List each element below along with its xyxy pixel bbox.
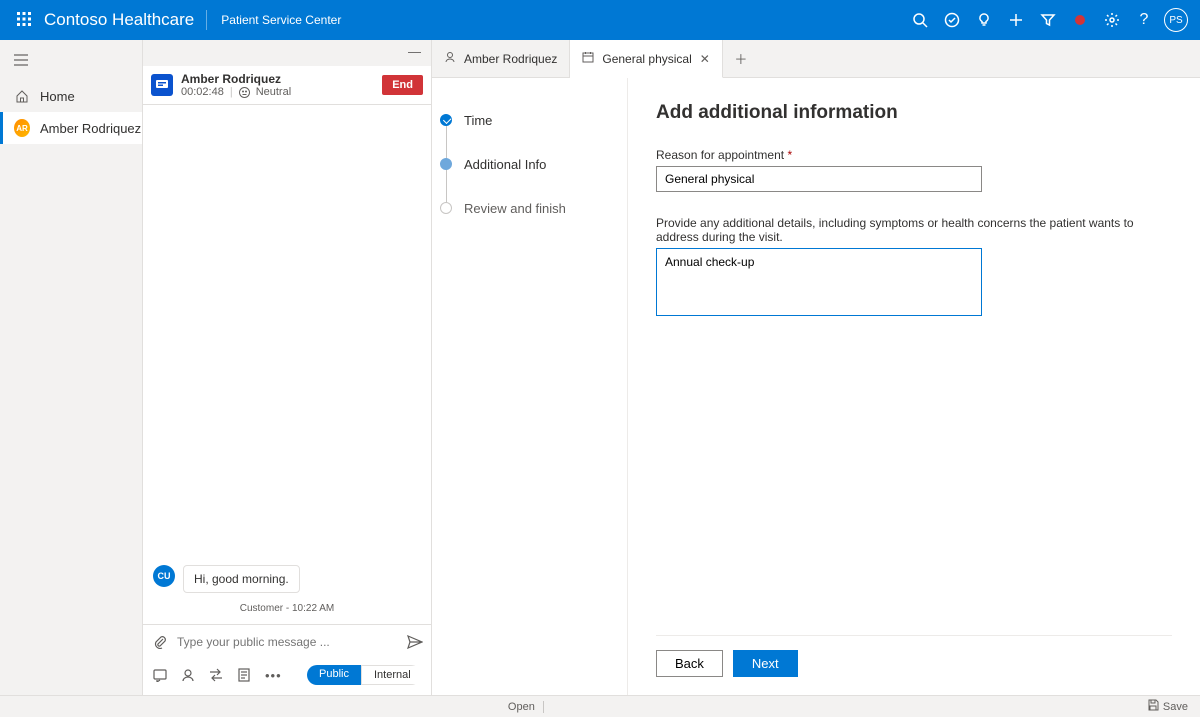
consult-icon[interactable] (181, 668, 195, 682)
app-header: Contoso Healthcare Patient Service Cente… (0, 0, 1200, 40)
left-nav: Home AR Amber Rodriquez (0, 40, 143, 695)
msg-bubble: Hi, good morning. (183, 565, 300, 593)
person-icon (444, 51, 456, 66)
back-button[interactable]: Back (656, 650, 723, 677)
tab-general-label: General physical (602, 52, 691, 66)
notes-icon[interactable] (237, 668, 251, 682)
nav-home-label: Home (40, 89, 75, 104)
step-time[interactable]: Time (440, 98, 611, 142)
add-tab-button[interactable]: ＋ (723, 40, 759, 77)
chat-channel-icon (151, 74, 173, 96)
msg-footer: Customer - 10:22 AM (153, 603, 421, 614)
footer-open[interactable]: Open (508, 701, 535, 713)
chat-message: CU Hi, good morning. (153, 565, 421, 593)
tab-bar: Amber Rodriquez General physical ✕ ＋ (432, 40, 1200, 78)
save-icon (1147, 699, 1159, 714)
details-label: Provide any additional details, includin… (656, 216, 1172, 244)
form-area: Add additional information Reason for ap… (627, 78, 1200, 695)
tab-patient[interactable]: Amber Rodriquez (432, 40, 570, 77)
step-dot-future-icon (440, 202, 452, 214)
send-icon[interactable] (407, 635, 421, 649)
chat-collapse-bar: — (143, 40, 431, 66)
step-dot-done-icon (440, 114, 452, 126)
waffle-icon[interactable] (8, 12, 40, 29)
form-buttons: Back Next (656, 635, 1172, 695)
footer-save[interactable]: Save (1147, 699, 1188, 714)
chat-meta: 00:02:48 | Neutral (181, 86, 291, 98)
chat-header: Amber Rodriquez 00:02:48 | Neutral End (143, 66, 431, 105)
chat-sentiment: Neutral (256, 86, 291, 98)
lightbulb-icon[interactable] (968, 0, 1000, 40)
main-area: Amber Rodriquez General physical ✕ ＋ Tim… (432, 40, 1200, 695)
status-bar: Open Save (0, 695, 1200, 717)
app-subtitle: Patient Service Center (207, 13, 341, 27)
step-additional[interactable]: Additional Info (440, 142, 611, 186)
msg-avatar: CU (153, 565, 175, 587)
stepper: Time Additional Info Review and finish (432, 78, 627, 695)
tab-general-physical[interactable]: General physical ✕ (570, 40, 722, 78)
minimize-icon[interactable]: — (408, 44, 421, 59)
search-icon[interactable] (904, 0, 936, 40)
sentiment-icon (239, 87, 250, 98)
chat-input[interactable] (177, 635, 397, 649)
chat-timer: 00:02:48 (181, 86, 224, 98)
close-icon[interactable]: ✕ (700, 52, 710, 66)
step-additional-label: Additional Info (464, 157, 546, 172)
step-review-label: Review and finish (464, 201, 566, 216)
visibility-toggle: Public Internal (307, 665, 421, 685)
nav-patient-label: Amber Rodriquez (40, 121, 141, 136)
more-icon[interactable]: ••• (265, 668, 279, 682)
chat-panel: — Amber Rodriquez 00:02:48 | Neutral End… (143, 40, 432, 695)
home-icon (14, 88, 30, 104)
hamburger-icon[interactable] (0, 40, 142, 80)
reason-input[interactable] (656, 166, 982, 192)
settings-icon[interactable] (1096, 0, 1128, 40)
form-title: Add additional information (656, 102, 1172, 124)
details-textarea[interactable] (656, 248, 982, 316)
task-check-icon[interactable] (936, 0, 968, 40)
chat-input-area: ••• Public Internal (143, 624, 431, 695)
reason-label: Reason for appointment * (656, 148, 1172, 162)
patient-avatar-icon: AR (14, 120, 30, 136)
help-icon[interactable]: ? (1128, 0, 1160, 40)
brand-title: Contoso Healthcare (40, 10, 207, 30)
next-button[interactable]: Next (733, 650, 798, 677)
chat-toolbar: ••• Public Internal (143, 659, 431, 695)
transfer-icon[interactable] (209, 668, 223, 682)
attachment-icon[interactable] (153, 635, 167, 649)
plus-icon[interactable] (1000, 0, 1032, 40)
user-avatar[interactable]: PS (1160, 0, 1192, 40)
quick-reply-icon[interactable] (153, 668, 167, 682)
tab-patient-label: Amber Rodriquez (464, 52, 557, 66)
nav-patient[interactable]: AR Amber Rodriquez (0, 112, 142, 144)
calendar-icon (582, 51, 594, 66)
filter-icon[interactable] (1032, 0, 1064, 40)
toggle-public[interactable]: Public (307, 665, 361, 685)
record-icon[interactable] (1064, 0, 1096, 40)
chat-customer-name: Amber Rodriquez (181, 72, 291, 86)
step-time-label: Time (464, 113, 492, 128)
toggle-internal[interactable]: Internal (361, 665, 421, 685)
step-dot-current-icon (440, 158, 452, 170)
chat-messages: CU Hi, good morning. Customer - 10:22 AM (143, 105, 431, 624)
nav-home[interactable]: Home (0, 80, 142, 112)
step-review[interactable]: Review and finish (440, 186, 611, 230)
end-chat-button[interactable]: End (382, 75, 423, 95)
